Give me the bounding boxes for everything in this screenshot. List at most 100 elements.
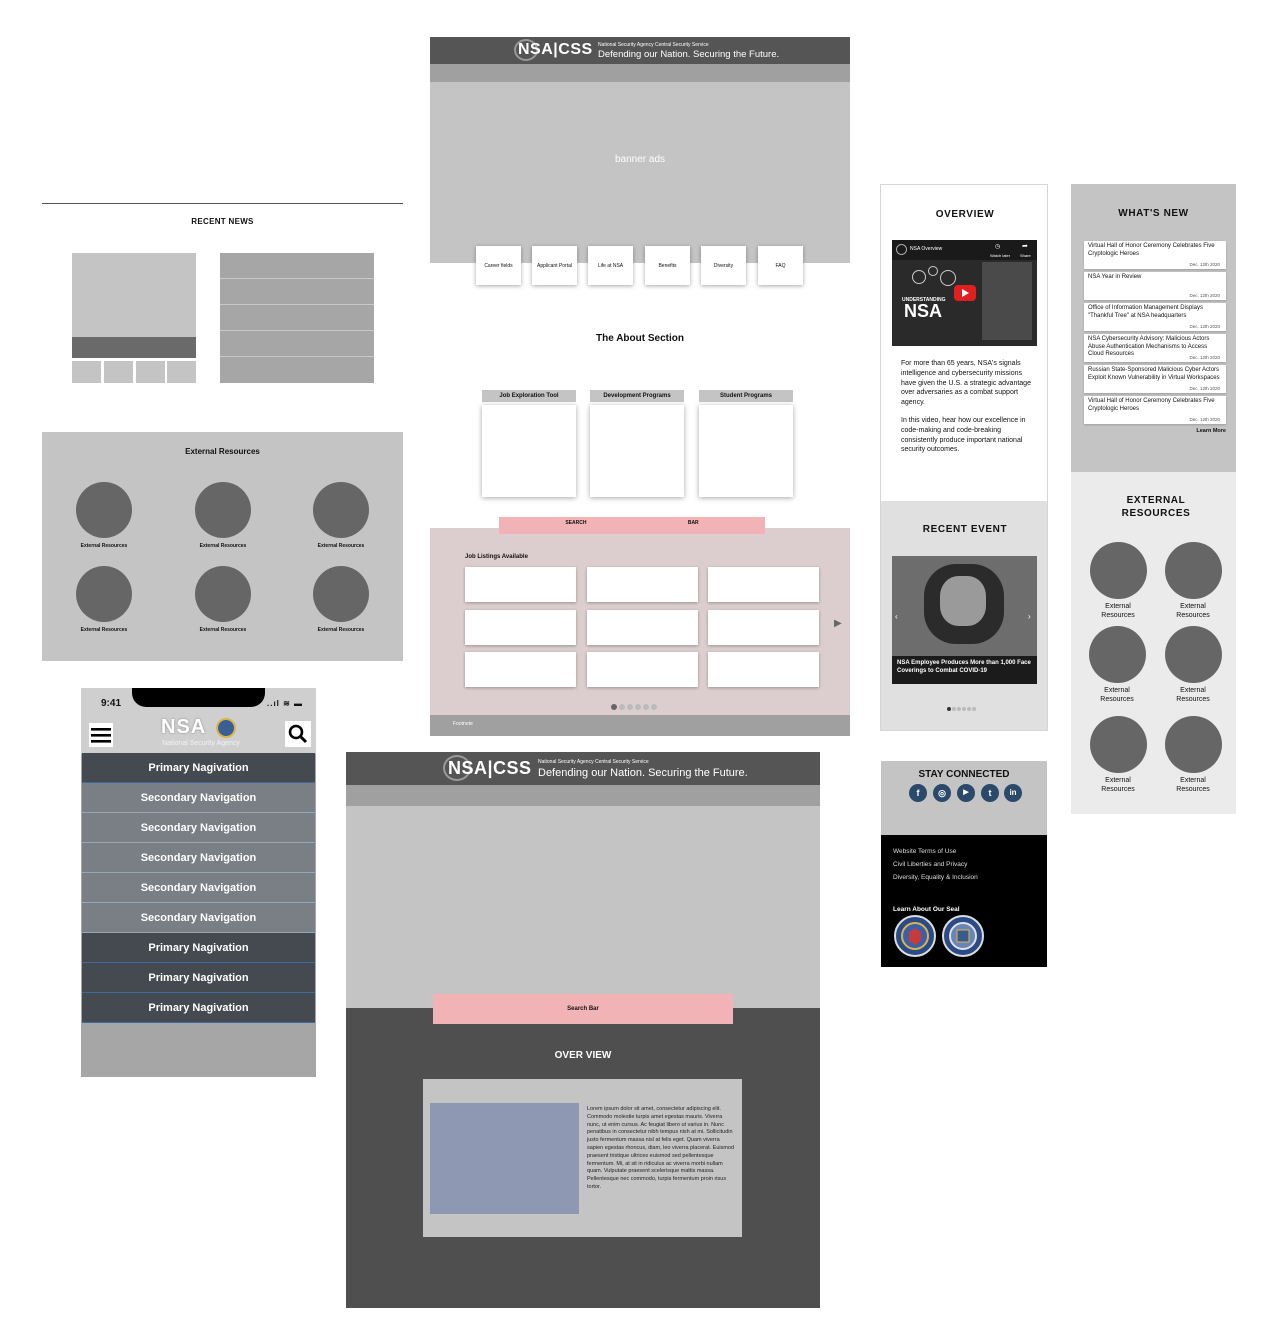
news-feature-image[interactable] xyxy=(72,253,196,337)
play-icon[interactable] xyxy=(954,285,976,301)
nav-bar[interactable] xyxy=(430,64,850,82)
carousel-dot[interactable] xyxy=(627,704,633,710)
quick-link-tile[interactable]: Applicant Portal xyxy=(532,246,577,285)
linkedin-icon[interactable]: in xyxy=(1004,784,1022,802)
primary-nav-item[interactable]: Primary Nagivation xyxy=(82,753,315,783)
program-card[interactable] xyxy=(482,405,576,497)
carousel-dots[interactable] xyxy=(947,698,977,716)
news-thumb[interactable] xyxy=(72,361,101,383)
secondary-nav-item[interactable]: Secondary Navigation xyxy=(82,873,315,903)
primary-nav-item[interactable]: Primary Nagivation xyxy=(82,993,315,1023)
carousel-dot[interactable] xyxy=(957,707,961,711)
carousel-dots[interactable] xyxy=(611,697,671,710)
search-bar[interactable]: Search Bar xyxy=(433,994,733,1024)
external-resource-link[interactable]: External Resources xyxy=(59,482,149,549)
event-carousel[interactable]: ‹ › NSA Employee Produces More than 1,00… xyxy=(892,556,1037,684)
news-thumb[interactable] xyxy=(167,361,196,383)
quick-link-tile[interactable]: Life at NSA xyxy=(588,246,633,285)
twitter-icon[interactable]: t xyxy=(981,784,999,802)
job-card[interactable] xyxy=(465,567,576,602)
news-list-item[interactable] xyxy=(220,279,374,305)
secondary-nav-item[interactable]: Secondary Navigation xyxy=(82,843,315,873)
external-resource-link[interactable]: External Resources xyxy=(1083,716,1153,795)
youtube-icon[interactable]: ▶ xyxy=(957,784,975,802)
carousel-dot[interactable] xyxy=(952,707,956,711)
carousel-dot[interactable] xyxy=(651,704,657,710)
job-card[interactable] xyxy=(587,610,698,645)
news-item[interactable]: NSA Cybersecurity Advisory: Malicious Ac… xyxy=(1084,334,1226,362)
secondary-nav-item[interactable]: Secondary Navigation xyxy=(82,813,315,843)
news-list-item[interactable] xyxy=(220,331,374,357)
external-resource-link[interactable]: External Resources xyxy=(178,482,268,549)
job-card[interactable] xyxy=(465,610,576,645)
news-thumb[interactable] xyxy=(104,361,133,383)
job-card[interactable] xyxy=(708,652,819,687)
news-list-item[interactable] xyxy=(220,305,374,331)
news-item[interactable]: NSA Year in Review Dec. 12th 2020 xyxy=(1084,272,1226,300)
nsa-css-logo[interactable]: NSA|CSS xyxy=(518,41,593,59)
search-icon[interactable] xyxy=(285,721,311,747)
secondary-nav-item[interactable]: Secondary Navigation xyxy=(82,783,315,813)
program-card[interactable] xyxy=(590,405,684,497)
primary-nav-item[interactable]: Primary Nagivation xyxy=(82,933,315,963)
quick-link-tile[interactable]: Career fields xyxy=(476,246,521,285)
external-resource-link[interactable]: External Resources xyxy=(1083,542,1153,621)
hamburger-menu-icon[interactable] xyxy=(89,723,113,747)
quick-link-tile[interactable]: Benefits xyxy=(645,246,690,285)
css-seal-icon[interactable] xyxy=(942,915,984,957)
news-item[interactable]: Virtual Hall of Honor Ceremony Celebrate… xyxy=(1084,241,1226,269)
primary-nav-item[interactable]: Primary Nagivation xyxy=(82,963,315,993)
job-card[interactable] xyxy=(465,652,576,687)
program-label[interactable]: Student Programs xyxy=(699,390,793,402)
program-label[interactable]: Development Programs xyxy=(590,390,684,402)
footer-link[interactable]: Civil Liberties and Privacy xyxy=(893,861,967,868)
carousel-dot[interactable] xyxy=(962,707,966,711)
carousel-prev-icon[interactable]: ‹ xyxy=(895,612,898,621)
external-resource-link[interactable]: External Resources xyxy=(296,566,386,633)
carousel-next-icon[interactable]: › xyxy=(1028,612,1031,621)
share-icon[interactable]: ➦ xyxy=(1022,242,1028,250)
program-label[interactable]: Job Exploration Tool xyxy=(482,390,576,402)
job-card[interactable] xyxy=(587,567,698,602)
instagram-icon[interactable]: ◎ xyxy=(933,784,951,802)
carousel-dot[interactable] xyxy=(643,704,649,710)
job-card[interactable] xyxy=(708,610,819,645)
facebook-icon[interactable]: f xyxy=(909,784,927,802)
secondary-nav-item[interactable]: Secondary Navigation xyxy=(82,903,315,933)
nsa-css-logo[interactable]: NSA|CSS xyxy=(448,758,532,779)
news-thumb[interactable] xyxy=(136,361,165,383)
news-item[interactable]: Virtual Hall of Honor Ceremony Celebrate… xyxy=(1084,396,1226,424)
clock-icon[interactable]: ◷ xyxy=(995,243,1000,250)
banner-area[interactable] xyxy=(346,806,820,1008)
footer-link[interactable]: Website Terms of Use xyxy=(893,848,956,855)
seal-heading[interactable]: Learn About Our Seal xyxy=(893,906,960,913)
news-item[interactable]: Russian State-Sponsored Malicious Cyber … xyxy=(1084,365,1226,393)
carousel-dot[interactable] xyxy=(611,704,617,710)
footer-link[interactable]: Diversity, Equality & Inclusion xyxy=(893,874,978,881)
video-player[interactable]: NSA Overview ◷ ➦ Watch later Share UNDER… xyxy=(892,240,1037,346)
job-card[interactable] xyxy=(587,652,698,687)
nsa-logo[interactable]: NSA xyxy=(161,716,206,739)
external-resource-link[interactable]: External Resources xyxy=(1158,716,1228,795)
carousel-dot[interactable] xyxy=(947,707,951,711)
external-resource-link[interactable]: External Resources xyxy=(1082,626,1152,705)
news-list-item[interactable] xyxy=(220,357,374,383)
quick-link-tile[interactable]: FAQ xyxy=(758,246,803,285)
nav-bar[interactable] xyxy=(346,785,820,806)
nsa-seal-icon[interactable] xyxy=(894,915,936,957)
search-bar[interactable]: SEARCH BAR xyxy=(499,517,765,534)
banner-area[interactable] xyxy=(430,82,850,263)
external-resource-link[interactable]: External Resources xyxy=(178,566,268,633)
carousel-dot[interactable] xyxy=(619,704,625,710)
news-list-item[interactable] xyxy=(220,253,374,279)
news-item[interactable]: Office of Information Management Display… xyxy=(1084,303,1226,331)
carousel-dot[interactable] xyxy=(635,704,641,710)
job-card[interactable] xyxy=(708,567,819,602)
external-resource-link[interactable]: External Resources xyxy=(296,482,386,549)
carousel-next-arrow-icon[interactable]: ▶ xyxy=(834,618,842,629)
external-resource-link[interactable]: External Resources xyxy=(59,566,149,633)
learn-more-link[interactable]: Learn More xyxy=(1071,428,1226,434)
carousel-dot[interactable] xyxy=(972,707,976,711)
external-resource-link[interactable]: External Resources xyxy=(1158,542,1228,621)
carousel-dot[interactable] xyxy=(967,707,971,711)
